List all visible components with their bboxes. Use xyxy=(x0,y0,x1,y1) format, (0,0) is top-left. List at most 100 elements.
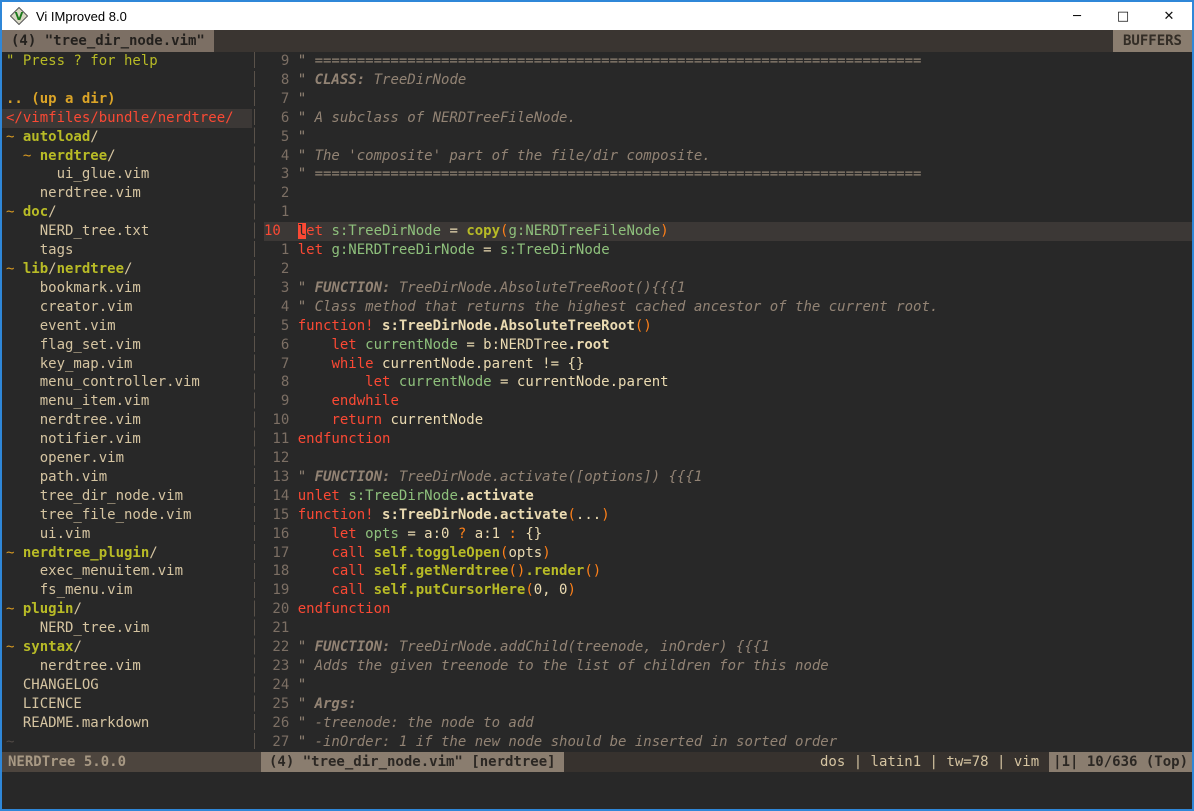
tree-file[interactable]: menu_controller.vim xyxy=(2,373,252,392)
minimize-button[interactable]: ─ xyxy=(1054,2,1100,30)
line-number: 1 xyxy=(264,204,298,220)
tree-dir[interactable]: ~ plugin/ xyxy=(2,600,252,619)
code-line[interactable]: 14 unlet s:TreeDirNode.activate xyxy=(264,487,1192,506)
code-line[interactable]: 5 function! s:TreeDirNode.AbsoluteTreeRo… xyxy=(264,317,1192,336)
code-line[interactable]: 24 " xyxy=(264,676,1192,695)
line-number: 20 xyxy=(264,601,298,617)
tree-file[interactable]: tags xyxy=(2,241,252,260)
code-line[interactable]: 12 xyxy=(264,449,1192,468)
tree-file[interactable]: key_map.vim xyxy=(2,355,252,374)
code-line[interactable]: 19 call self.putCursorHere(0, 0) xyxy=(264,581,1192,600)
line-number: 25 xyxy=(264,696,298,712)
code-line[interactable]: 3 " FUNCTION: TreeDirNode.AbsoluteTreeRo… xyxy=(264,279,1192,298)
statusline-fill xyxy=(564,752,810,772)
tree-file[interactable]: exec_menuitem.vim xyxy=(2,562,252,581)
code-line[interactable]: 13 " FUNCTION: TreeDirNode.activate([opt… xyxy=(264,468,1192,487)
tree-file[interactable]: menu_item.vim xyxy=(2,392,252,411)
window-split-separator[interactable] xyxy=(252,52,261,752)
tree-dir[interactable]: ~ nerdtree_plugin/ xyxy=(2,544,252,563)
tree-file[interactable]: path.vim xyxy=(2,468,252,487)
tree-file[interactable]: NERD_tree.vim xyxy=(2,619,252,638)
tree-dir[interactable]: ~ nerdtree/ xyxy=(2,147,252,166)
code-line[interactable]: 20 endfunction xyxy=(264,600,1192,619)
tree-file[interactable]: event.vim xyxy=(2,317,252,336)
line-number: 6 xyxy=(264,337,298,353)
code-line[interactable]: 9 endwhile xyxy=(264,392,1192,411)
line-number: 12 xyxy=(264,450,298,466)
tree-file[interactable]: bookmark.vim xyxy=(2,279,252,298)
code-line[interactable]: 6 let currentNode = b:NERDTree.root xyxy=(264,336,1192,355)
tree-file[interactable]: nerdtree.vim xyxy=(2,411,252,430)
tree-file[interactable]: tree_dir_node.vim xyxy=(2,487,252,506)
code-line[interactable]: 15 function! s:TreeDirNode.activate(...) xyxy=(264,506,1192,525)
tree-file[interactable]: CHANGELOG xyxy=(2,676,252,695)
tree-dir[interactable]: ~ syntax/ xyxy=(2,638,252,657)
maximize-button[interactable]: □ xyxy=(1100,2,1146,30)
code-line[interactable]: 8 let currentNode = currentNode.parent xyxy=(264,373,1192,392)
line-number: 10 xyxy=(264,412,298,428)
code-line[interactable]: 6 " A subclass of NERDTreeFileNode. xyxy=(264,109,1192,128)
up-dir-item[interactable]: .. (up a dir) xyxy=(2,90,252,109)
tree-file[interactable]: opener.vim xyxy=(2,449,252,468)
line-number: 7 xyxy=(264,356,298,372)
tree-file[interactable]: README.markdown xyxy=(2,714,252,733)
tree-dir[interactable]: ~ autoload/ xyxy=(2,128,252,147)
tree-dir[interactable]: ~ doc/ xyxy=(2,203,252,222)
code-line[interactable]: 11 endfunction xyxy=(264,430,1192,449)
tree-file[interactable]: NERD_tree.txt xyxy=(2,222,252,241)
tree-file[interactable]: nerdtree.vim xyxy=(2,184,252,203)
nerdtree-panel[interactable]: " Press ? for help.. (up a dir)</vimfile… xyxy=(2,52,252,752)
line-number: 2 xyxy=(264,261,298,277)
tree-file[interactable]: notifier.vim xyxy=(2,430,252,449)
code-editor[interactable]: 9 " ====================================… xyxy=(261,52,1192,752)
line-number: 13 xyxy=(264,469,298,485)
line-number: 4 xyxy=(264,148,298,164)
code-line[interactable]: 9 " ====================================… xyxy=(264,52,1192,71)
code-line[interactable]: 2 xyxy=(264,184,1192,203)
tree-file[interactable]: ui_glue.vim xyxy=(2,165,252,184)
code-line[interactable]: 3 " ====================================… xyxy=(264,165,1192,184)
code-line[interactable]: 7 while currentNode.parent != {} xyxy=(264,355,1192,374)
line-number: 9 xyxy=(264,393,298,409)
code-line[interactable]: 18 call self.getNerdtree().render() xyxy=(264,562,1192,581)
code-line[interactable]: 4 " Class method that returns the highes… xyxy=(264,298,1192,317)
tree-file[interactable]: flag_set.vim xyxy=(2,336,252,355)
line-number: 10 xyxy=(264,223,298,239)
tree-file[interactable]: tree_file_node.vim xyxy=(2,506,252,525)
code-line[interactable]: 8 " CLASS: TreeDirNode xyxy=(264,71,1192,90)
tree-file[interactable]: nerdtree.vim xyxy=(2,657,252,676)
line-number: 23 xyxy=(264,658,298,674)
code-line[interactable]: 10 return currentNode xyxy=(264,411,1192,430)
code-line[interactable]: 7 " xyxy=(264,90,1192,109)
code-line[interactable]: 5 " xyxy=(264,128,1192,147)
code-line[interactable]: 21 xyxy=(264,619,1192,638)
command-line[interactable] xyxy=(2,772,1192,809)
code-line[interactable]: 25 " Args: xyxy=(264,695,1192,714)
code-line-current[interactable]: 10 let s:TreeDirNode = copy(g:NERDTreeFi… xyxy=(264,222,1192,241)
line-number: 4 xyxy=(264,299,298,315)
code-line[interactable]: 1 xyxy=(264,203,1192,222)
line-number: 3 xyxy=(264,280,298,296)
tree-file[interactable]: LICENCE xyxy=(2,695,252,714)
tree-file[interactable]: ui.vim xyxy=(2,525,252,544)
code-line[interactable]: 22 " FUNCTION: TreeDirNode.addChild(tree… xyxy=(264,638,1192,657)
code-line[interactable]: 17 call self.toggleOpen(opts) xyxy=(264,544,1192,563)
tree-file[interactable]: fs_menu.vim xyxy=(2,581,252,600)
code-line[interactable]: 2 xyxy=(264,260,1192,279)
root-path[interactable]: </vimfiles/bundle/nerdtree/ xyxy=(2,109,252,128)
tree-file[interactable]: creator.vim xyxy=(2,298,252,317)
code-line[interactable]: 1 let g:NERDTreeDirNode = s:TreeDirNode xyxy=(264,241,1192,260)
svg-text:V: V xyxy=(15,10,24,23)
line-number: 1 xyxy=(264,242,298,258)
close-button[interactable]: ✕ xyxy=(1146,2,1192,30)
vim-logo-icon[interactable]: V xyxy=(10,7,28,25)
tab-tree-dir-node[interactable]: (4) "tree_dir_node.vim" xyxy=(2,30,214,52)
buffers-label: BUFFERS xyxy=(1113,30,1192,52)
code-line[interactable]: 27 " -inOrder: 1 if the new node should … xyxy=(264,733,1192,752)
code-line[interactable]: 4 " The 'composite' part of the file/dir… xyxy=(264,147,1192,166)
tree-dir[interactable]: ~ lib/nerdtree/ xyxy=(2,260,252,279)
code-line[interactable]: 26 " -treenode: the node to add xyxy=(264,714,1192,733)
main-area: " Press ? for help.. (up a dir)</vimfile… xyxy=(2,52,1192,752)
code-line[interactable]: 23 " Adds the given treenode to the list… xyxy=(264,657,1192,676)
code-line[interactable]: 16 let opts = a:0 ? a:1 : {} xyxy=(264,525,1192,544)
